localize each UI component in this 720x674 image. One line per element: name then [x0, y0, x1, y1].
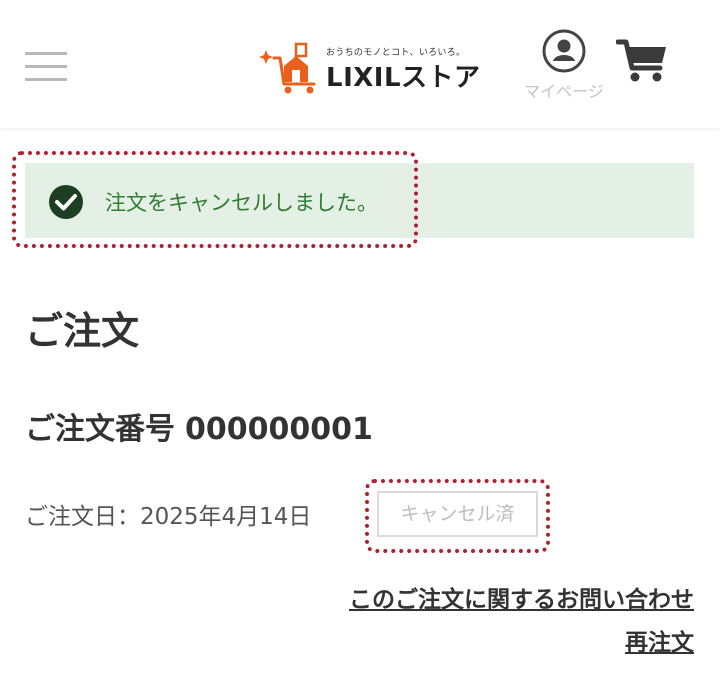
cart-house-logo-icon — [259, 42, 316, 94]
shopping-cart-icon[interactable] — [616, 38, 668, 84]
site-logo[interactable]: おうちのモノとコト、いろいろ。 LIXILストア — [254, 36, 480, 96]
user-account-icon — [542, 29, 586, 73]
menu-bar — [25, 65, 67, 68]
order-inquiry-link[interactable]: このご注文に関するお問い合わせ — [349, 580, 694, 614]
mypage-label: マイページ — [524, 82, 604, 101]
check-circle-icon — [49, 185, 83, 219]
menu-bar — [25, 78, 67, 81]
success-alert: 注文をキャンセルしました。 — [25, 163, 694, 238]
mypage-button[interactable]: マイページ — [514, 28, 614, 101]
order-date: ご注文日：2025年4月14日 — [25, 497, 311, 531]
menu-bar — [25, 52, 67, 55]
site-header: おうちのモノとコト、いろいろ。 LIXILストア マイページ — [0, 0, 720, 128]
hamburger-menu-button[interactable] — [25, 50, 67, 84]
order-date-value: 2025年4月14日 — [140, 504, 312, 530]
reorder-link[interactable]: 再注文 — [625, 623, 694, 657]
order-date-label: ご注文日： — [25, 504, 140, 530]
order-number-heading: ご注文番号 000000001 — [25, 404, 373, 448]
order-number-label: ご注文番号 — [25, 412, 175, 447]
logo-name: LIXILストア — [326, 63, 481, 93]
alert-message: 注文をキャンセルしました。 — [105, 191, 378, 215]
order-number-value: 000000001 — [185, 412, 373, 447]
page-title: ご注文 — [25, 309, 140, 353]
cancelled-status-badge: キャンセル済 — [377, 491, 538, 537]
